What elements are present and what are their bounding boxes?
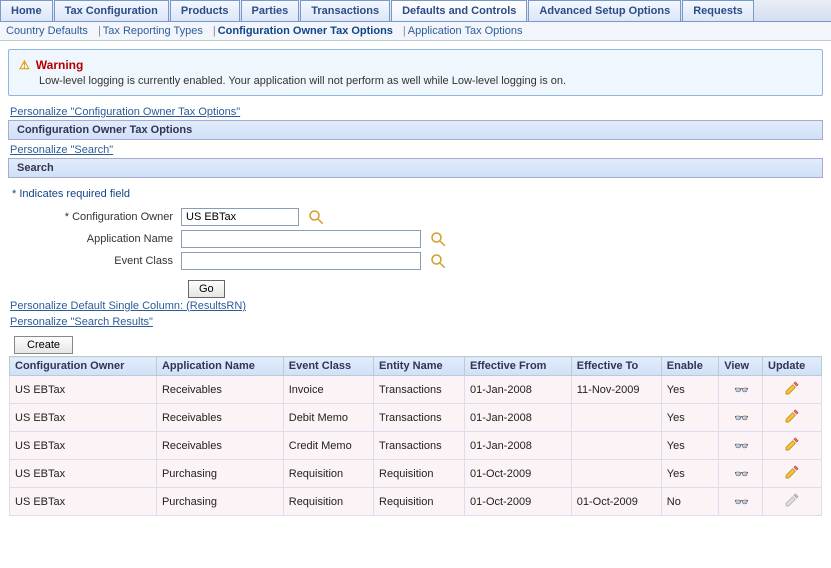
table-row: US EBTaxPurchasingRequisitionRequisition…	[10, 488, 822, 516]
cell-event: Requisition	[283, 460, 373, 488]
tab-parties[interactable]: Parties	[241, 0, 300, 21]
cell-owner: US EBTax	[10, 488, 157, 516]
view-icon[interactable]: 👓	[719, 376, 763, 404]
view-icon[interactable]: 👓	[719, 432, 763, 460]
tab-tax-configuration[interactable]: Tax Configuration	[54, 0, 169, 21]
personalize-search-results-link[interactable]: Personalize "Search Results"	[10, 316, 153, 328]
col-header[interactable]: Event Class	[283, 357, 373, 376]
cell-entity: Requisition	[374, 488, 465, 516]
personalize-search-link[interactable]: Personalize "Search"	[10, 144, 113, 156]
col-header[interactable]: Enable	[661, 357, 718, 376]
warning-panel: Warning Low-level logging is currently e…	[8, 49, 823, 96]
update-icon	[763, 488, 822, 516]
col-header[interactable]: View	[719, 357, 763, 376]
subtab-configuration-owner-tax-options[interactable]: Configuration Owner Tax Options	[218, 25, 393, 37]
search-title: Search	[8, 158, 823, 178]
subtab-country-defaults[interactable]: Country Defaults	[6, 25, 88, 37]
col-header[interactable]: Application Name	[156, 357, 283, 376]
go-button[interactable]: Go	[188, 280, 225, 298]
cell-enable: Yes	[661, 432, 718, 460]
col-header[interactable]: Effective From	[465, 357, 572, 376]
col-header[interactable]: Update	[763, 357, 822, 376]
table-row: US EBTaxReceivablesDebit MemoTransaction…	[10, 404, 822, 432]
create-button[interactable]: Create	[14, 336, 73, 354]
tab-defaults-and-controls[interactable]: Defaults and Controls	[391, 0, 527, 21]
tab-advanced-setup-options[interactable]: Advanced Setup Options	[528, 0, 681, 21]
view-icon[interactable]: 👓	[719, 488, 763, 516]
event-class-input[interactable]	[181, 252, 421, 270]
panel-title: Configuration Owner Tax Options	[8, 120, 823, 140]
results-table: Configuration OwnerApplication NameEvent…	[9, 356, 822, 516]
config-owner-label: * Configuration Owner	[8, 211, 181, 223]
cell-enable: Yes	[661, 460, 718, 488]
app-name-input[interactable]	[181, 230, 421, 248]
sub-tabs: Country Defaults|Tax Reporting Types|Con…	[0, 22, 831, 41]
cell-owner: US EBTax	[10, 432, 157, 460]
tab-requests[interactable]: Requests	[682, 0, 754, 21]
cell-enable: Yes	[661, 376, 718, 404]
cell-to: 01-Oct-2009	[571, 488, 661, 516]
cell-to	[571, 404, 661, 432]
table-row: US EBTaxReceivablesInvoiceTransactions01…	[10, 376, 822, 404]
warning-body: Low-level logging is currently enabled. …	[39, 75, 812, 87]
cell-app: Receivables	[156, 404, 283, 432]
table-row: US EBTaxPurchasingRequisitionRequisition…	[10, 460, 822, 488]
personalize-results-link[interactable]: Personalize Default Single Column: (Resu…	[10, 300, 246, 312]
cell-event: Requisition	[283, 488, 373, 516]
lookup-icon[interactable]	[307, 208, 325, 226]
personalize-coto-link[interactable]: Personalize "Configuration Owner Tax Opt…	[10, 106, 240, 118]
cell-owner: US EBTax	[10, 404, 157, 432]
cell-enable: Yes	[661, 404, 718, 432]
update-icon[interactable]	[763, 460, 822, 488]
cell-event: Invoice	[283, 376, 373, 404]
cell-event: Credit Memo	[283, 432, 373, 460]
lookup-icon[interactable]	[429, 252, 447, 270]
tab-products[interactable]: Products	[170, 0, 240, 21]
cell-entity: Transactions	[374, 404, 465, 432]
table-row: US EBTaxReceivablesCredit MemoTransactio…	[10, 432, 822, 460]
top-tabs: HomeTax ConfigurationProductsPartiesTran…	[0, 0, 831, 22]
subtab-application-tax-options[interactable]: Application Tax Options	[408, 25, 523, 37]
cell-from: 01-Jan-2008	[465, 376, 572, 404]
subtab-tax-reporting-types[interactable]: Tax Reporting Types	[103, 25, 203, 37]
cell-owner: US EBTax	[10, 376, 157, 404]
lookup-icon[interactable]	[429, 230, 447, 248]
config-owner-input[interactable]	[181, 208, 299, 226]
view-icon[interactable]: 👓	[719, 404, 763, 432]
cell-from: 01-Oct-2009	[465, 460, 572, 488]
col-header[interactable]: Configuration Owner	[10, 357, 157, 376]
update-icon[interactable]	[763, 432, 822, 460]
tab-transactions[interactable]: Transactions	[300, 0, 390, 21]
cell-enable: No	[661, 488, 718, 516]
col-header[interactable]: Effective To	[571, 357, 661, 376]
event-class-label: Event Class	[8, 255, 181, 267]
cell-to	[571, 460, 661, 488]
cell-entity: Transactions	[374, 432, 465, 460]
cell-entity: Requisition	[374, 460, 465, 488]
view-icon[interactable]: 👓	[719, 460, 763, 488]
update-icon[interactable]	[763, 404, 822, 432]
cell-to: 11-Nov-2009	[571, 376, 661, 404]
update-icon[interactable]	[763, 376, 822, 404]
cell-entity: Transactions	[374, 376, 465, 404]
cell-event: Debit Memo	[283, 404, 373, 432]
cell-app: Purchasing	[156, 488, 283, 516]
col-header[interactable]: Entity Name	[374, 357, 465, 376]
warning-title: Warning	[19, 58, 812, 72]
tab-home[interactable]: Home	[0, 0, 53, 21]
cell-to	[571, 432, 661, 460]
required-note: * Indicates required field	[12, 188, 819, 200]
app-name-label: Application Name	[8, 233, 181, 245]
cell-app: Purchasing	[156, 460, 283, 488]
cell-from: 01-Jan-2008	[465, 432, 572, 460]
cell-from: 01-Oct-2009	[465, 488, 572, 516]
cell-owner: US EBTax	[10, 460, 157, 488]
cell-app: Receivables	[156, 376, 283, 404]
cell-from: 01-Jan-2008	[465, 404, 572, 432]
cell-app: Receivables	[156, 432, 283, 460]
